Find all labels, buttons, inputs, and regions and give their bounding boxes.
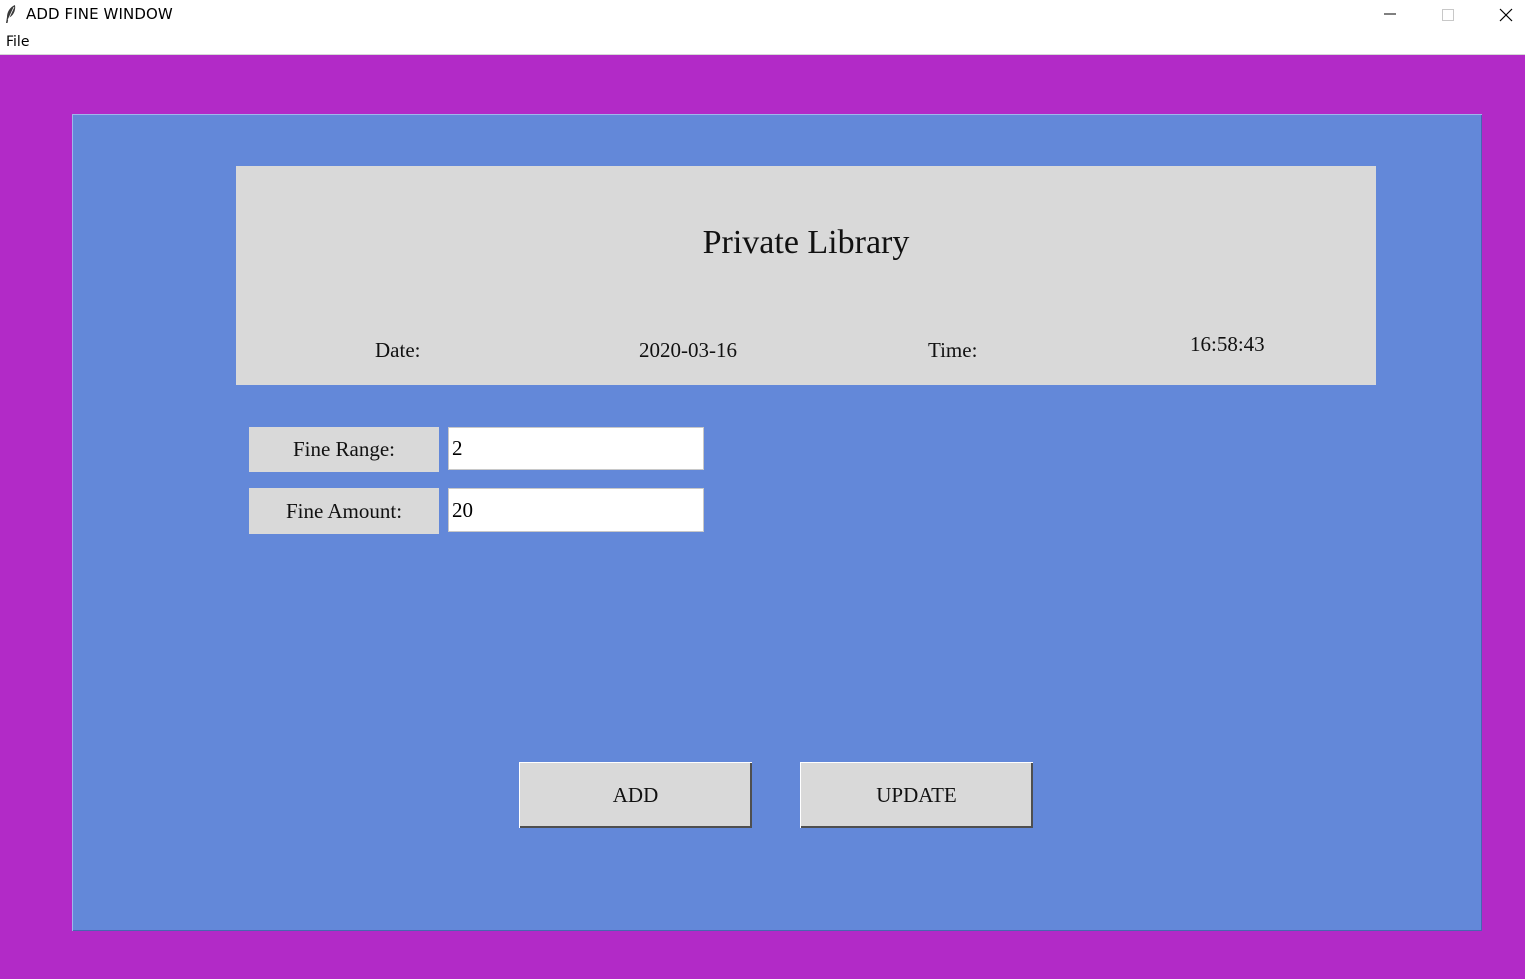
header-panel: Private Library Date: 2020-03-16 Time: 1… [236, 166, 1376, 385]
minimize-button[interactable] [1361, 0, 1419, 29]
date-value: 2020-03-16 [639, 338, 737, 362]
maximize-button[interactable] [1419, 0, 1477, 29]
fine-amount-label: Fine Amount: [249, 488, 439, 534]
update-button[interactable]: UPDATE [800, 762, 1033, 828]
fine-range-label: Fine Range: [249, 427, 439, 472]
time-label: Time: [928, 338, 978, 362]
close-button[interactable] [1477, 0, 1525, 29]
title-bar: ADD FINE WINDOW [0, 0, 1525, 29]
time-value: 16:58:43 [1190, 332, 1265, 356]
window-title: ADD FINE WINDOW [26, 5, 173, 23]
fine-range-input[interactable] [448, 427, 704, 470]
date-label: Date: [375, 338, 421, 362]
fine-amount-input[interactable] [448, 488, 704, 532]
minimize-icon [1384, 13, 1396, 15]
library-title: Private Library [702, 224, 910, 261]
maximize-icon [1442, 9, 1454, 21]
menu-bar: File [0, 29, 1525, 55]
menu-file[interactable]: File [6, 34, 29, 50]
add-button[interactable]: ADD [519, 762, 752, 828]
feather-icon [4, 4, 18, 24]
close-icon [1499, 8, 1513, 22]
